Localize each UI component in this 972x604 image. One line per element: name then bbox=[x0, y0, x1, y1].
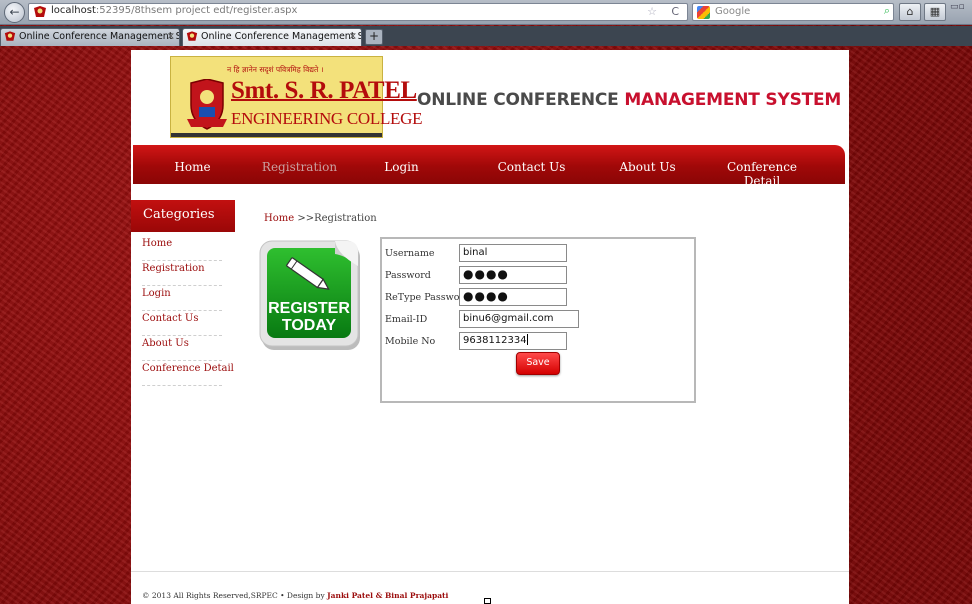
nav-item-about-us[interactable]: About Us bbox=[588, 145, 707, 184]
new-tab-button[interactable]: + bbox=[365, 29, 383, 45]
sidebar-title: Categories bbox=[131, 200, 235, 232]
google-icon bbox=[697, 6, 710, 19]
tab-label: Online Conference Management Syst... bbox=[19, 31, 179, 42]
sidebar-item-contact-us[interactable]: Contact Us bbox=[142, 311, 222, 336]
site-title: ONLINE CONFERENCE MANAGEMENT SYSTEM bbox=[417, 90, 842, 110]
footer: © 2013 All Rights Reserved,SRPEC • Desig… bbox=[142, 591, 448, 600]
save-button[interactable]: Save bbox=[516, 352, 560, 375]
college-logo[interactable]: न हि ज्ञानेन सदृशं पवित्रमिह विद्यते । S… bbox=[170, 56, 422, 138]
sidebar-item-about-us[interactable]: About Us bbox=[142, 336, 222, 361]
registration-form: Username binal Password ●●●● ReType Pass… bbox=[380, 237, 696, 403]
username-input[interactable]: binal bbox=[459, 244, 567, 262]
close-icon[interactable]: × bbox=[167, 29, 175, 45]
logo-college-name: Smt. S. R. PATEL bbox=[231, 77, 417, 104]
mobile-input[interactable]: 9638112334 bbox=[459, 332, 567, 350]
sidebar-item-registration[interactable]: Registration bbox=[142, 261, 222, 286]
mobile-value: 9638112334 bbox=[463, 335, 527, 346]
page-container: न हि ज्ञानेन सदृशं पवित्रमिह विद्यते । S… bbox=[131, 50, 849, 604]
nav-item-conference-detail[interactable]: Conference Detail bbox=[711, 145, 813, 184]
breadcrumb-home[interactable]: Home bbox=[264, 213, 294, 224]
nav-item-login[interactable]: Login bbox=[342, 145, 461, 184]
nav-item-home[interactable]: Home bbox=[133, 145, 252, 184]
nav-item-contact-us[interactable]: Contact Us bbox=[472, 145, 591, 184]
breadcrumb: Home >>Registration bbox=[264, 213, 377, 224]
logo-tagline: न हि ज्ञानेन सदृशं पवित्रमिह विद्यते । bbox=[227, 65, 324, 74]
footer-copyright: © 2013 All Rights Reserved,SRPEC • Desig… bbox=[142, 591, 328, 600]
mobile-label: Mobile No bbox=[385, 336, 436, 347]
browser-toolbar: ← localhost:52395/8thsem project edt/reg… bbox=[0, 0, 972, 25]
breadcrumb-current: >>Registration bbox=[294, 213, 377, 224]
email-label: Email-ID bbox=[385, 314, 428, 325]
email-input[interactable]: binu6@gmail.com bbox=[459, 310, 579, 328]
register-today-badge: REGISTER TODAY bbox=[259, 240, 360, 350]
sidebar-item-login[interactable]: Login bbox=[142, 286, 222, 311]
tab-favicon-icon bbox=[186, 31, 198, 41]
sidebar-item-conference-detail[interactable]: Conference Detail bbox=[142, 361, 234, 386]
reload-icon[interactable]: C bbox=[671, 5, 679, 18]
footer-divider bbox=[131, 571, 849, 572]
bars-icon[interactable]: ▦ bbox=[924, 3, 946, 21]
browser-tab-2[interactable]: Online Conference Management Syst... × bbox=[182, 28, 362, 46]
home-icon[interactable]: ⌂ bbox=[899, 3, 921, 21]
sidebar-list: Home Registration Login Contact Us About… bbox=[142, 236, 234, 386]
retype-password-label: ReType Password bbox=[385, 292, 471, 303]
logo-subtitle: ENGINEERING COLLEGE bbox=[231, 109, 423, 128]
tab-label: Online Conference Management Syst... bbox=[201, 31, 361, 42]
browser-tab-1[interactable]: Online Conference Management Syst... × bbox=[0, 28, 180, 46]
tab-favicon-icon bbox=[4, 31, 16, 41]
text-caret bbox=[526, 334, 528, 345]
password-label: Password bbox=[385, 270, 431, 281]
main-nav: Home Registration Login Contact Us About… bbox=[133, 145, 845, 184]
logo-strip bbox=[171, 133, 382, 137]
url-text: localhost:52395/8thsem project edt/regis… bbox=[51, 5, 298, 16]
site-header: न हि ज्ञानेन सदृशं पवित्रमिह विद्यते । S… bbox=[131, 50, 849, 144]
back-arrow-icon[interactable]: ← bbox=[4, 2, 25, 23]
mouse-cursor bbox=[484, 598, 491, 604]
close-icon[interactable]: × bbox=[349, 29, 357, 45]
address-bar[interactable]: localhost:52395/8thsem project edt/regis… bbox=[28, 3, 688, 21]
badge-line1: REGISTER bbox=[268, 300, 350, 317]
username-label: Username bbox=[385, 248, 435, 259]
password-input[interactable]: ●●●● bbox=[459, 266, 567, 284]
tab-strip: Online Conference Management Syst... × O… bbox=[0, 26, 972, 46]
search-placeholder: Google bbox=[715, 6, 751, 17]
college-emblem-icon bbox=[187, 79, 227, 130]
badge-line2: TODAY bbox=[282, 317, 337, 334]
site-favicon-icon bbox=[34, 6, 46, 17]
bookmark-star-icon[interactable]: ☆ bbox=[647, 5, 657, 18]
footer-designers[interactable]: Janki Patel & Binal Prajapati bbox=[327, 591, 448, 600]
search-icon[interactable]: ⌕ bbox=[884, 4, 890, 18]
window-controls-icon[interactable]: ▭▫ bbox=[950, 2, 965, 12]
search-bar[interactable]: Google ⌕ bbox=[692, 3, 894, 21]
sidebar-item-home[interactable]: Home bbox=[142, 236, 222, 261]
retype-password-input[interactable]: ●●●● bbox=[459, 288, 567, 306]
